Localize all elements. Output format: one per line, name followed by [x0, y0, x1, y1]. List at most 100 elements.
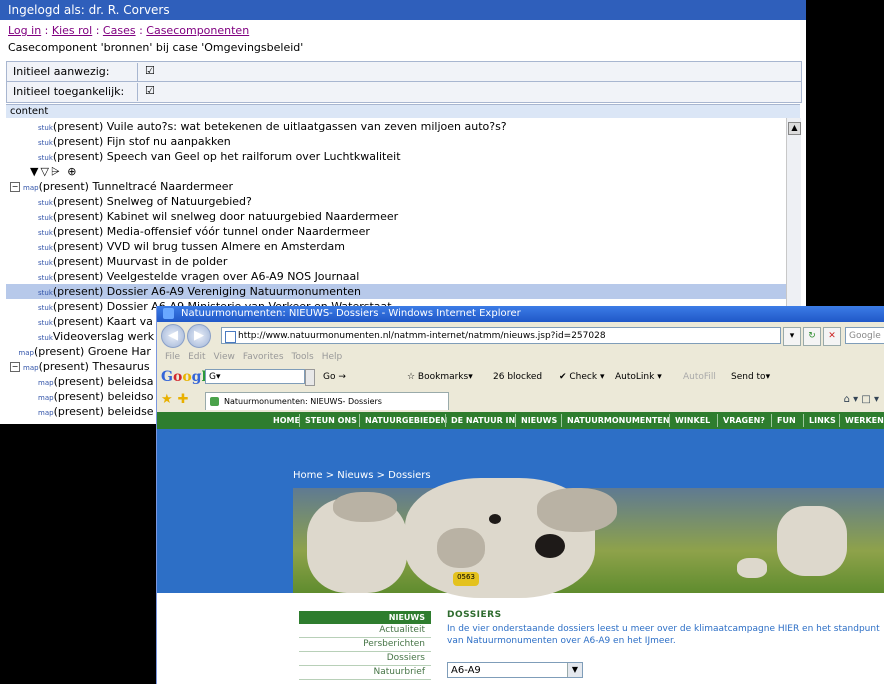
- tree-row[interactable]: stuk(present) VVD wil brug tussen Almere…: [38, 239, 345, 254]
- forward-icon[interactable]: ▶: [187, 324, 211, 348]
- tree-row-label: (present) Fijn stof nu aanpakken: [52, 135, 231, 148]
- side-item-persberichten[interactable]: Persberichten: [299, 638, 431, 652]
- tree-row-type: map: [38, 379, 54, 387]
- send-to-button[interactable]: Send to▾: [731, 364, 770, 390]
- tab-label: Natuurmonumenten: NIEUWS- Dossiers: [224, 397, 382, 406]
- crumb-casecomponenten[interactable]: Casecomponenten: [146, 24, 249, 37]
- tree-tools[interactable]: ▼▽⩥ ⊕: [30, 165, 78, 179]
- breadcrumb: Log in : Kies rol : Cases : Casecomponen…: [8, 24, 249, 37]
- prop-initieel-aanwezig: Initieel aanwezig: ☑: [6, 61, 802, 83]
- tree-row[interactable]: − map(present) Thesaurus: [10, 359, 150, 374]
- component-description: Casecomponent 'bronnen' bij case 'Omgevi…: [8, 41, 304, 54]
- tree-row-type: stuk: [38, 199, 53, 207]
- menu-view[interactable]: View: [214, 352, 235, 362]
- tree-row[interactable]: map(present) beleidse: [38, 404, 154, 419]
- tree-row[interactable]: stuk(present) Snelweg of Natuurgebied?: [38, 194, 252, 209]
- tab-natuurmonumenten[interactable]: Natuurmonumenten: NIEUWS- Dossiers: [205, 392, 449, 410]
- tree-row-type: stuk: [38, 319, 53, 327]
- tree-row[interactable]: stuk(present) Speech van Geel op het rai…: [38, 149, 401, 164]
- web-page: HOME STEUN ONS NATUURGEBIEDEN DE NATUUR IN N…: [157, 412, 884, 684]
- nav-vragen-[interactable]: VRAGEN?: [723, 412, 765, 429]
- favorites-star-icon[interactable]: ★✚: [161, 392, 194, 407]
- menu-help[interactable]: Help: [322, 352, 343, 362]
- side-item-dossiers[interactable]: Dossiers: [299, 652, 431, 666]
- menu-favorites[interactable]: Favorites: [243, 352, 284, 362]
- address-input[interactable]: http://www.natuurmonumenten.nl/natmm-int…: [221, 327, 781, 344]
- site-breadcrumb[interactable]: Home > Nieuws > Dossiers: [293, 470, 431, 481]
- nav-nieuws[interactable]: NIEUWS: [521, 412, 557, 429]
- cow-back: [777, 506, 847, 576]
- tree-row[interactable]: stuk(present) Veelgestelde vragen over A…: [38, 269, 359, 284]
- browser-titlebar: Natuurmonumenten: NIEUWS- Dossiers - Win…: [157, 306, 884, 322]
- tree-row-type: stuk: [38, 229, 53, 237]
- select-value: A6-A9: [451, 665, 481, 676]
- nav-divider: [803, 414, 804, 427]
- crumb-cases[interactable]: Cases: [103, 24, 136, 37]
- bookmarks-button[interactable]: ☆ Bookmarks▾: [407, 364, 473, 390]
- tree-row-label: (present) Kabinet wil snelweg door natuu…: [52, 210, 399, 223]
- browser-title: Natuurmonumenten: NIEUWS- Dossiers - Win…: [181, 308, 521, 319]
- tree-row[interactable]: map(present) beleidsa: [38, 374, 154, 389]
- tree-row[interactable]: stukVideoverslag werk: [38, 329, 154, 344]
- nav-steun-ons[interactable]: STEUN ONS: [305, 412, 357, 429]
- side-item-natuurbrief[interactable]: Natuurbrief: [299, 666, 431, 680]
- google-toolbar: Google G▾ Go → ☆ Bookmarks▾ 26 blocked ✔…: [157, 364, 884, 390]
- nav-winkel[interactable]: WINKEL: [675, 412, 710, 429]
- nav-natuurgebieden[interactable]: NATUURGEBIEDEN: [365, 412, 447, 429]
- home-icon[interactable]: ⌂ ▾ □ ▾: [844, 394, 879, 405]
- search-input[interactable]: Google: [845, 327, 884, 344]
- popup-blocked-button[interactable]: 26 blocked: [493, 364, 542, 390]
- nav-de-natuur-in[interactable]: DE NATUUR IN: [451, 412, 515, 429]
- address-dropdown-icon[interactable]: ▾: [783, 327, 801, 346]
- checkbox-toegankelijk[interactable]: ☑: [145, 84, 155, 97]
- tree-row-type: stuk: [38, 304, 53, 312]
- tree-row[interactable]: map(present) Groene Har: [18, 344, 151, 359]
- prop-initieel-toegankelijk: Initieel toegankelijk: ☑: [6, 81, 802, 103]
- scroll-up-button[interactable]: ▲: [788, 122, 801, 135]
- nav-fun[interactable]: FUN: [777, 412, 796, 429]
- tree-row-label: (present) Tunneltracé Naardermeer: [38, 180, 234, 193]
- dossier-select[interactable]: A6-A9 ▼: [447, 662, 583, 678]
- tree-row-label: (present) Speech van Geel op het railfor…: [52, 150, 401, 163]
- checkbox-aanwezig[interactable]: ☑: [145, 64, 155, 77]
- tree-row-type: stuk: [38, 334, 53, 342]
- menu-file[interactable]: File: [165, 352, 180, 362]
- tree-row-type: stuk: [38, 259, 53, 267]
- menu-tools[interactable]: Tools: [292, 352, 314, 362]
- collapse-icon[interactable]: −: [10, 362, 20, 372]
- side-item-actualiteit[interactable]: Actualiteit: [299, 624, 431, 638]
- tree-row[interactable]: stuk(present) Kabinet wil snelweg door n…: [38, 209, 398, 224]
- tree-row-label: (present) Kaart va: [52, 315, 153, 328]
- autolink-button[interactable]: AutoLink ▾: [615, 364, 662, 390]
- google-search-input[interactable]: G▾: [205, 369, 305, 384]
- nav-natuurmonumenten[interactable]: NATUURMONUMENTEN: [567, 412, 670, 429]
- tree-row[interactable]: stuk(present) Kaart va: [38, 314, 153, 329]
- tree-row-type: stuk: [38, 214, 53, 222]
- crumb-kies-rol[interactable]: Kies rol: [52, 24, 92, 37]
- google-go-button[interactable]: Go →: [323, 364, 346, 390]
- tree-row[interactable]: stuk(present) Vuile auto?s: wat betekene…: [38, 119, 507, 134]
- tree-row-type: map: [23, 184, 39, 192]
- collapse-icon[interactable]: −: [10, 182, 20, 192]
- refresh-icon[interactable]: ↻: [803, 327, 821, 346]
- cow-eye: [489, 514, 501, 524]
- back-icon[interactable]: ◀: [161, 324, 185, 348]
- crumb-login[interactable]: Log in: [8, 24, 41, 37]
- autofill-button[interactable]: AutoFill: [683, 364, 716, 390]
- nav-werken[interactable]: WERKEN: [845, 412, 884, 429]
- tree-row[interactable]: − map(present) Tunneltracé Naardermeer: [10, 179, 233, 194]
- chevron-down-icon[interactable]: ▼: [567, 663, 582, 677]
- nav-home[interactable]: HOME: [273, 412, 300, 429]
- tree-row[interactable]: stuk(present) Muurvast in de polder: [38, 254, 227, 269]
- stop-icon[interactable]: ✕: [823, 327, 841, 346]
- nav-links[interactable]: LINKS: [809, 412, 836, 429]
- tree-row[interactable]: stuk(present) Media-offensief vóór tunne…: [38, 224, 370, 239]
- intro-text: In de vier onderstaande dossiers leest u…: [447, 624, 880, 646]
- tree-row[interactable]: stuk(present) Dossier A6-A9 Vereniging N…: [6, 284, 786, 299]
- tree-row[interactable]: map(present) beleidso: [38, 389, 154, 404]
- check-button[interactable]: ✔ Check ▾: [559, 364, 604, 390]
- tree-row[interactable]: stuk(present) Fijn stof nu aanpakken: [38, 134, 231, 149]
- menu-edit[interactable]: Edit: [188, 352, 205, 362]
- side-menu-header[interactable]: NIEUWS: [299, 611, 431, 624]
- google-dropdown-icon[interactable]: [305, 369, 315, 386]
